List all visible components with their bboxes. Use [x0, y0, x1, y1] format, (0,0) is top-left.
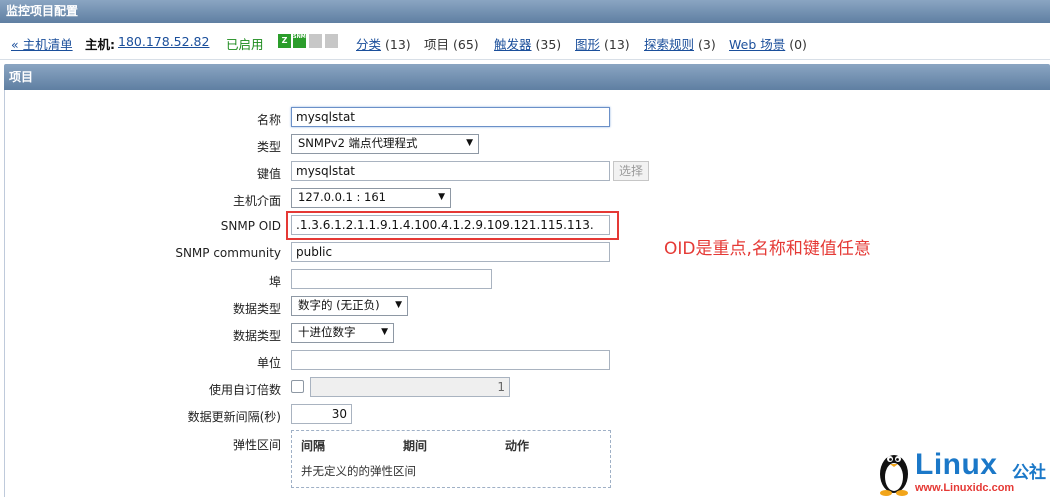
oid-highlight-box: [286, 211, 619, 240]
port-input[interactable]: [291, 269, 492, 289]
update-interval-label: 数据更新间隔(秒): [187, 410, 281, 424]
custom-multiplier-checkbox[interactable]: [291, 380, 304, 393]
chevron-down-icon: ▼: [381, 327, 388, 337]
key-label: 键值: [256, 167, 281, 181]
oid-annotation: OID是重点,名称和键值任意: [664, 239, 871, 259]
host-name-link[interactable]: 180.178.52.82: [118, 34, 209, 49]
linuxidc-watermark: Linux 公社 www.Linuxidc.com: [872, 444, 1050, 497]
column-period: 期间: [403, 439, 428, 453]
snmp-community-input[interactable]: public: [291, 242, 610, 262]
snmp-oid-label: SNMP OID: [220, 219, 281, 233]
data-type-select[interactable]: 数字的 (无正负) ▼: [291, 296, 408, 316]
back-to-host-list-link[interactable]: « 主机清单: [11, 34, 73, 53]
host-label: 主机:: [85, 37, 115, 52]
no-intervals-message: 并无定义的的弹性区间: [301, 464, 416, 478]
flexible-intervals-table: 间隔 期间 动作 并无定义的的弹性区间: [291, 430, 611, 488]
key-input[interactable]: mysqlstat: [291, 161, 610, 181]
nav-items[interactable]: 项目 (65): [424, 34, 479, 53]
watermark-brand-suffix: 公社: [1012, 463, 1046, 483]
data-format-label: 数据类型: [232, 329, 281, 343]
chevron-down-icon: ▼: [395, 300, 402, 310]
watermark-url: www.Linuxidc.com: [915, 482, 1015, 494]
data-format-select[interactable]: 十进位数字 ▼: [291, 323, 394, 343]
unit-input[interactable]: [291, 350, 610, 370]
data-type-label: 数据类型: [232, 302, 281, 316]
zabbix-agent-icon: Z: [278, 34, 291, 48]
column-interval: 间隔: [301, 439, 326, 453]
host-nav-bar: « 主机清单 主机: 180.178.52.82 已启用 Z SNMP 分类 (…: [0, 23, 1050, 60]
port-label: 埠: [268, 275, 281, 289]
nav-discovery-rules[interactable]: 探索规则 (3): [644, 34, 716, 53]
section-header: 项目: [4, 64, 1050, 90]
host-status[interactable]: 已启用: [226, 34, 264, 53]
multiplier-input[interactable]: 1: [310, 377, 510, 397]
ipmi-icon: [325, 34, 338, 48]
flexible-intervals-label: 弹性区间: [232, 438, 281, 452]
type-select[interactable]: SNMPv2 端点代理程式 ▼: [291, 134, 479, 154]
snmp-icon: SNMP: [293, 34, 309, 48]
interface-label: 主机介面: [232, 194, 281, 208]
window-title: 监控项目配置: [0, 0, 1050, 23]
nav-triggers[interactable]: 触发器 (35): [494, 34, 561, 53]
custom-multiplier-label: 使用自订倍数: [208, 383, 281, 397]
watermark-brand: Linux: [915, 448, 998, 481]
column-action: 动作: [505, 439, 530, 453]
chevron-down-icon: ▼: [438, 192, 445, 202]
name-input[interactable]: mysqlstat: [291, 107, 610, 127]
type-label: 类型: [256, 140, 281, 154]
snmp-community-label: SNMP community: [175, 246, 281, 260]
penguin-logo-icon: [880, 455, 908, 496]
nav-applications[interactable]: 分类 (13): [356, 34, 411, 53]
jmx-icon: [309, 34, 322, 48]
nav-web-scenarios[interactable]: Web 场景 (0): [729, 34, 807, 53]
interface-select[interactable]: 127.0.0.1 : 161 ▼: [291, 188, 451, 208]
name-label: 名称: [256, 113, 281, 127]
select-key-button[interactable]: 选择: [613, 161, 650, 181]
chevron-down-icon: ▼: [466, 138, 473, 148]
update-interval-input[interactable]: 30: [291, 404, 352, 424]
nav-graphs[interactable]: 图形 (13): [575, 34, 630, 53]
unit-label: 单位: [256, 356, 281, 370]
